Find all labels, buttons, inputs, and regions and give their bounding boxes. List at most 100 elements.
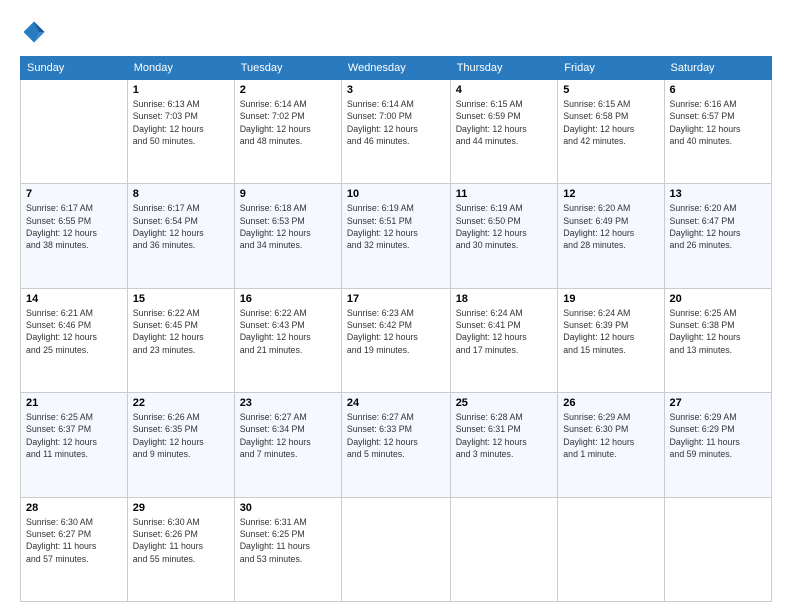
day-number: 4 xyxy=(456,84,553,96)
calendar-week-5: 28 Sunrise: 6:30 AMSunset: 6:27 PMDayligh… xyxy=(21,497,772,601)
day-info: Sunrise: 6:24 AMSunset: 6:41 PMDaylight:… xyxy=(456,307,553,356)
calendar-cell: 16 Sunrise: 6:22 AMSunset: 6:43 PMDayligh… xyxy=(234,288,341,392)
day-number: 13 xyxy=(670,188,766,200)
calendar-cell: 22 Sunrise: 6:26 AMSunset: 6:35 PMDayligh… xyxy=(127,393,234,497)
day-number: 5 xyxy=(563,84,658,96)
calendar-cell: 14 Sunrise: 6:21 AMSunset: 6:46 PMDayligh… xyxy=(21,288,128,392)
day-number: 7 xyxy=(26,188,122,200)
calendar-cell: 30 Sunrise: 6:31 AMSunset: 6:25 PMDayligh… xyxy=(234,497,341,601)
logo-icon xyxy=(20,18,48,46)
day-number: 8 xyxy=(133,188,229,200)
calendar-cell: 8Sunrise: 6:17 AMSunset: 6:54 PMDaylight… xyxy=(127,184,234,288)
day-info: Sunrise: 6:27 AMSunset: 6:34 PMDaylight:… xyxy=(240,411,336,460)
calendar-cell xyxy=(341,497,450,601)
day-info: Sunrise: 6:22 AMSunset: 6:45 PMDaylight:… xyxy=(133,307,229,356)
calendar-cell: 1Sunrise: 6:13 AMSunset: 7:03 PMDaylight… xyxy=(127,80,234,184)
calendar-cell: 17Sunrise: 6:23 AMSunset: 6:42 PMDayligh… xyxy=(341,288,450,392)
calendar-cell: 18 Sunrise: 6:24 AMSunset: 6:41 PMDayligh… xyxy=(450,288,558,392)
day-number: 11 xyxy=(456,188,553,200)
calendar-cell: 12 Sunrise: 6:20 AMSunset: 6:49 PMDayligh… xyxy=(558,184,664,288)
day-number: 25 xyxy=(456,397,553,409)
day-info: Sunrise: 6:31 AMSunset: 6:25 PMDaylight:… xyxy=(240,516,336,565)
day-info: Sunrise: 6:30 AMSunset: 6:27 PMDaylight:… xyxy=(26,516,122,565)
day-number: 21 xyxy=(26,397,122,409)
day-info: Sunrise: 6:14 AMSunset: 7:02 PMDaylight:… xyxy=(240,98,336,147)
calendar-cell xyxy=(664,497,771,601)
day-number: 10 xyxy=(347,188,445,200)
calendar-table: SundayMondayTuesdayWednesdayThursdayFrid… xyxy=(20,56,772,602)
day-info: Sunrise: 6:30 AMSunset: 6:26 PMDaylight:… xyxy=(133,516,229,565)
day-number: 22 xyxy=(133,397,229,409)
day-number: 28 xyxy=(26,502,122,514)
calendar-cell: 27Sunrise: 6:29 AMSunset: 6:29 PMDayligh… xyxy=(664,393,771,497)
day-info: Sunrise: 6:20 AMSunset: 6:47 PMDaylight:… xyxy=(670,202,766,251)
calendar-cell: 25 Sunrise: 6:28 AMSunset: 6:31 PMDayligh… xyxy=(450,393,558,497)
calendar-cell: 26 Sunrise: 6:29 AMSunset: 6:30 PMDayligh… xyxy=(558,393,664,497)
day-info: Sunrise: 6:15 AMSunset: 6:58 PMDaylight:… xyxy=(563,98,658,147)
day-info: Sunrise: 6:25 AMSunset: 6:37 PMDaylight:… xyxy=(26,411,122,460)
day-info: Sunrise: 6:20 AMSunset: 6:49 PMDaylight:… xyxy=(563,202,658,251)
calendar-header-friday: Friday xyxy=(558,57,664,80)
day-info: Sunrise: 6:28 AMSunset: 6:31 PMDaylight:… xyxy=(456,411,553,460)
calendar-header-monday: Monday xyxy=(127,57,234,80)
calendar-week-1: 1Sunrise: 6:13 AMSunset: 7:03 PMDaylight… xyxy=(21,80,772,184)
calendar-cell: 10 Sunrise: 6:19 AMSunset: 6:51 PMDayligh… xyxy=(341,184,450,288)
header xyxy=(20,18,772,46)
day-number: 3 xyxy=(347,84,445,96)
calendar-header-wednesday: Wednesday xyxy=(341,57,450,80)
calendar-cell xyxy=(558,497,664,601)
day-info: Sunrise: 6:21 AMSunset: 6:46 PMDaylight:… xyxy=(26,307,122,356)
calendar-cell: 23Sunrise: 6:27 AMSunset: 6:34 PMDayligh… xyxy=(234,393,341,497)
day-info: Sunrise: 6:19 AMSunset: 6:51 PMDaylight:… xyxy=(347,202,445,251)
day-info: Sunrise: 6:29 AMSunset: 6:30 PMDaylight:… xyxy=(563,411,658,460)
calendar-cell: 3Sunrise: 6:14 AMSunset: 7:00 PMDaylight… xyxy=(341,80,450,184)
day-info: Sunrise: 6:22 AMSunset: 6:43 PMDaylight:… xyxy=(240,307,336,356)
calendar-cell xyxy=(450,497,558,601)
day-number: 29 xyxy=(133,502,229,514)
day-number: 24 xyxy=(347,397,445,409)
calendar-cell: 4 Sunrise: 6:15 AMSunset: 6:59 PMDaylight… xyxy=(450,80,558,184)
day-number: 16 xyxy=(240,293,336,305)
calendar-header-sunday: Sunday xyxy=(21,57,128,80)
calendar-week-4: 21 Sunrise: 6:25 AMSunset: 6:37 PMDayligh… xyxy=(21,393,772,497)
day-number: 1 xyxy=(133,84,229,96)
calendar-cell: 20 Sunrise: 6:25 AMSunset: 6:38 PMDayligh… xyxy=(664,288,771,392)
day-info: Sunrise: 6:15 AMSunset: 6:59 PMDaylight:… xyxy=(456,98,553,147)
day-info: Sunrise: 6:18 AMSunset: 6:53 PMDaylight:… xyxy=(240,202,336,251)
calendar-cell: 13 Sunrise: 6:20 AMSunset: 6:47 PMDayligh… xyxy=(664,184,771,288)
day-info: Sunrise: 6:23 AMSunset: 6:42 PMDaylight:… xyxy=(347,307,445,356)
calendar-cell xyxy=(21,80,128,184)
day-number: 12 xyxy=(563,188,658,200)
calendar-cell: 2 Sunrise: 6:14 AMSunset: 7:02 PMDaylight… xyxy=(234,80,341,184)
day-info: Sunrise: 6:24 AMSunset: 6:39 PMDaylight:… xyxy=(563,307,658,356)
calendar-cell: 15Sunrise: 6:22 AMSunset: 6:45 PMDayligh… xyxy=(127,288,234,392)
calendar-cell: 24 Sunrise: 6:27 AMSunset: 6:33 PMDayligh… xyxy=(341,393,450,497)
day-number: 2 xyxy=(240,84,336,96)
day-info: Sunrise: 6:17 AMSunset: 6:55 PMDaylight:… xyxy=(26,202,122,251)
day-info: Sunrise: 6:25 AMSunset: 6:38 PMDaylight:… xyxy=(670,307,766,356)
day-number: 19 xyxy=(563,293,658,305)
calendar-cell: 6 Sunrise: 6:16 AMSunset: 6:57 PMDaylight… xyxy=(664,80,771,184)
calendar-header-tuesday: Tuesday xyxy=(234,57,341,80)
calendar-cell: 19 Sunrise: 6:24 AMSunset: 6:39 PMDayligh… xyxy=(558,288,664,392)
calendar-cell: 21 Sunrise: 6:25 AMSunset: 6:37 PMDayligh… xyxy=(21,393,128,497)
day-number: 30 xyxy=(240,502,336,514)
day-info: Sunrise: 6:19 AMSunset: 6:50 PMDaylight:… xyxy=(456,202,553,251)
day-number: 9 xyxy=(240,188,336,200)
day-number: 20 xyxy=(670,293,766,305)
day-info: Sunrise: 6:26 AMSunset: 6:35 PMDaylight:… xyxy=(133,411,229,460)
calendar-cell: 28 Sunrise: 6:30 AMSunset: 6:27 PMDayligh… xyxy=(21,497,128,601)
calendar-cell: 7 Sunrise: 6:17 AMSunset: 6:55 PMDaylight… xyxy=(21,184,128,288)
day-number: 27 xyxy=(670,397,766,409)
calendar-cell: 5 Sunrise: 6:15 AMSunset: 6:58 PMDaylight… xyxy=(558,80,664,184)
day-info: Sunrise: 6:27 AMSunset: 6:33 PMDaylight:… xyxy=(347,411,445,460)
logo xyxy=(20,18,52,46)
calendar-header-row: SundayMondayTuesdayWednesdayThursdayFrid… xyxy=(21,57,772,80)
day-number: 18 xyxy=(456,293,553,305)
day-info: Sunrise: 6:16 AMSunset: 6:57 PMDaylight:… xyxy=(670,98,766,147)
day-number: 14 xyxy=(26,293,122,305)
calendar-cell: 9 Sunrise: 6:18 AMSunset: 6:53 PMDaylight… xyxy=(234,184,341,288)
calendar-week-3: 14 Sunrise: 6:21 AMSunset: 6:46 PMDayligh… xyxy=(21,288,772,392)
day-number: 6 xyxy=(670,84,766,96)
day-number: 26 xyxy=(563,397,658,409)
